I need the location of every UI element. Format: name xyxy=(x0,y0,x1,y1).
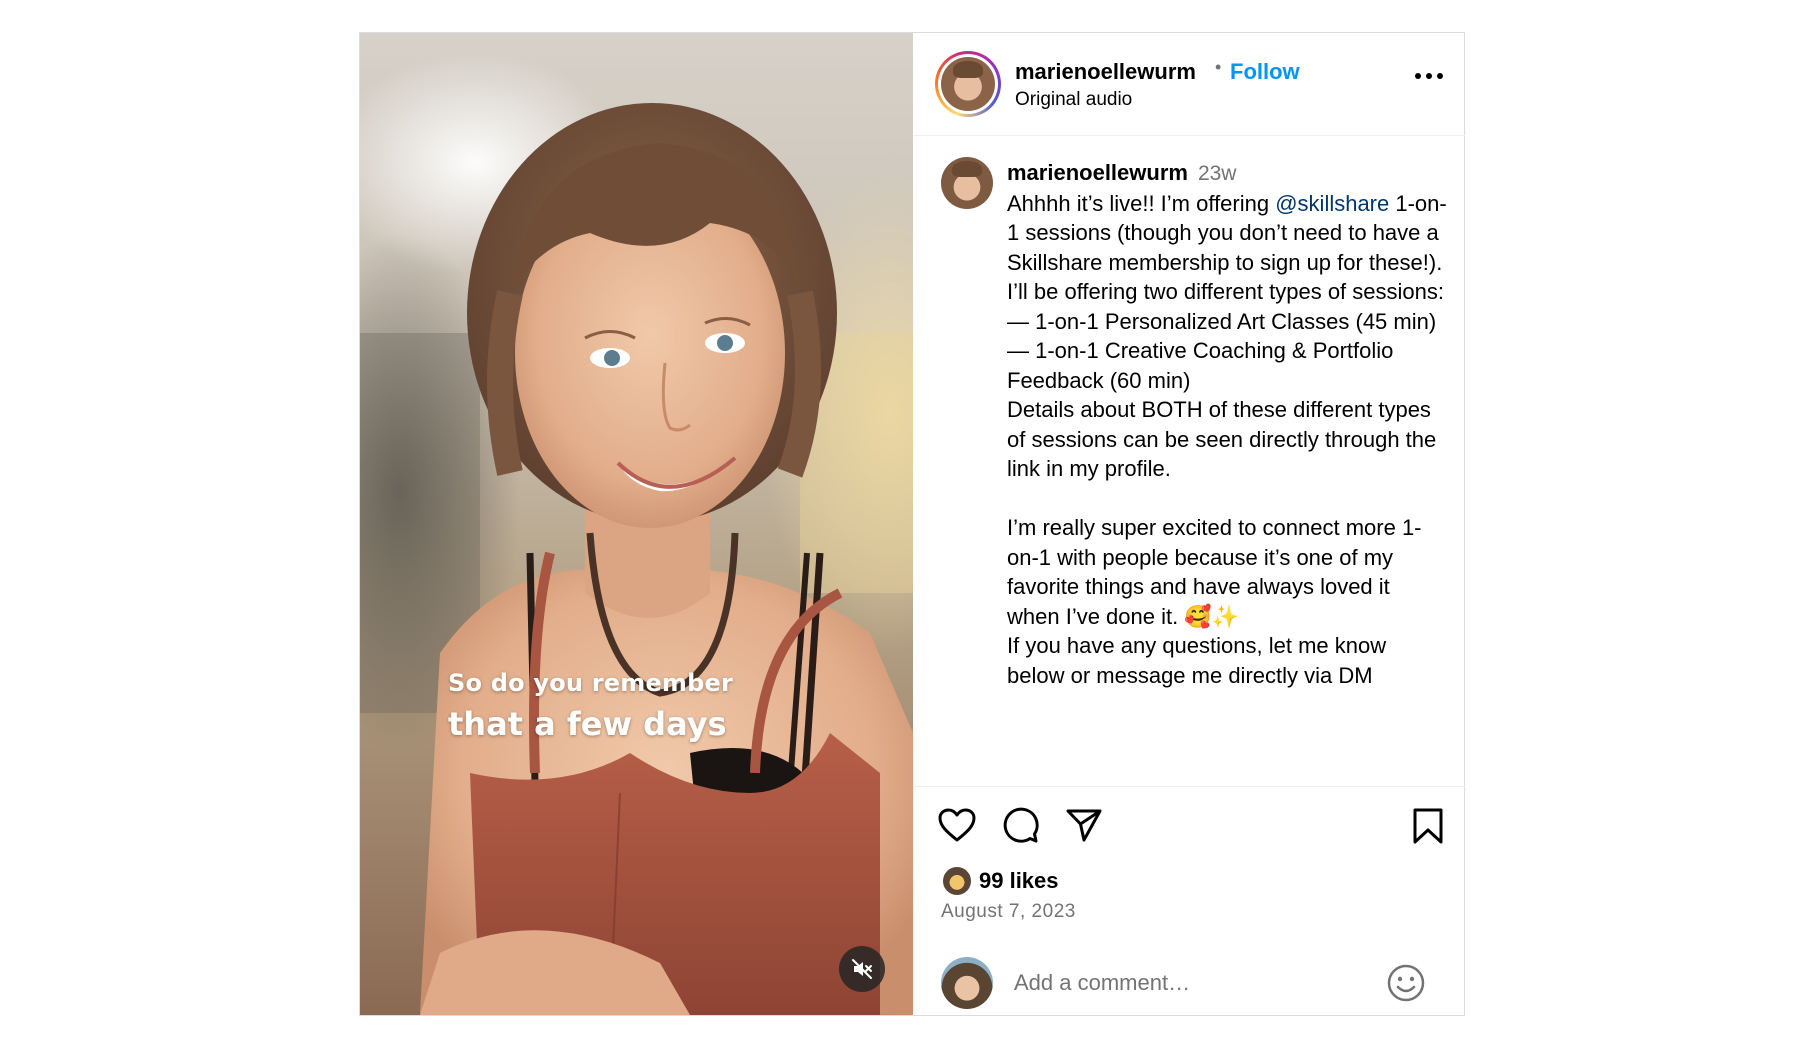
bookmark-icon[interactable] xyxy=(1411,807,1445,845)
mute-button[interactable] xyxy=(839,946,885,992)
paper-plane-icon[interactable] xyxy=(1065,807,1103,843)
caption-text-1: Ahhhh it’s live!! I’m offering xyxy=(1007,190,1276,216)
caption-time[interactable]: 23w xyxy=(1198,162,1237,185)
video-text-overlay: So do you remember that a few days xyxy=(448,669,733,743)
overlay-line-2: that a few days xyxy=(448,705,727,743)
mention-link[interactable]: @skillshare xyxy=(1275,191,1389,216)
audio-link[interactable]: Original audio xyxy=(1015,89,1132,111)
liker-avatar xyxy=(941,865,973,897)
follow-button[interactable]: Follow xyxy=(1230,59,1300,85)
caption-paragraph-1: Ahhhh it’s live!! I’m offering @skillsha… xyxy=(1007,189,1447,278)
caption-username[interactable]: marienoellewurm xyxy=(1007,160,1188,185)
smiley-icon[interactable] xyxy=(1386,963,1426,1003)
caption-author-avatar[interactable] xyxy=(941,157,993,209)
post-actions: 99 likes August 7, 2023 xyxy=(914,787,1465,1015)
likes-count[interactable]: 99 likes xyxy=(979,868,1059,894)
post-date[interactable]: August 7, 2023 xyxy=(941,901,1076,923)
instagram-post: So do you remember that a few days marie… xyxy=(359,32,1465,1016)
comment-input[interactable] xyxy=(1014,965,1374,1001)
caption-paragraph-4: If you have any questions, let me know b… xyxy=(1007,633,1387,688)
comment-bubble-icon[interactable] xyxy=(1001,806,1039,844)
speaker-muted-icon xyxy=(852,959,872,979)
separator-dot: • xyxy=(1215,57,1222,77)
heart-icon[interactable] xyxy=(937,807,977,843)
post-header: marienoellewurm • Follow Original audio xyxy=(914,33,1465,136)
comments-section[interactable]: marienoellewurm 23w Ahhhh it’s live!! I’m… xyxy=(914,137,1465,787)
post-sidebar: marienoellewurm • Follow Original audio … xyxy=(914,33,1465,1015)
video-frame xyxy=(360,103,913,1015)
avatar xyxy=(941,57,995,111)
add-comment-bar xyxy=(914,955,1465,1015)
caption-body: marienoellewurm 23w Ahhhh it’s live!! I’m… xyxy=(1007,158,1447,690)
current-user-avatar xyxy=(941,957,993,1009)
caption-paragraph-3: I’m really super excited to connect more… xyxy=(1007,515,1422,629)
overlay-line-1: So do you remember xyxy=(448,669,734,697)
author-username[interactable]: marienoellewurm xyxy=(1015,59,1196,85)
likes-row[interactable]: 99 likes xyxy=(941,865,1059,897)
caption-paragraph-2: I’ll be offering two different types of … xyxy=(1007,279,1444,481)
video-player[interactable]: So do you remember that a few days xyxy=(360,33,913,1015)
more-horizontal-icon[interactable] xyxy=(1411,61,1447,91)
author-avatar-story-ring[interactable] xyxy=(935,51,1001,117)
